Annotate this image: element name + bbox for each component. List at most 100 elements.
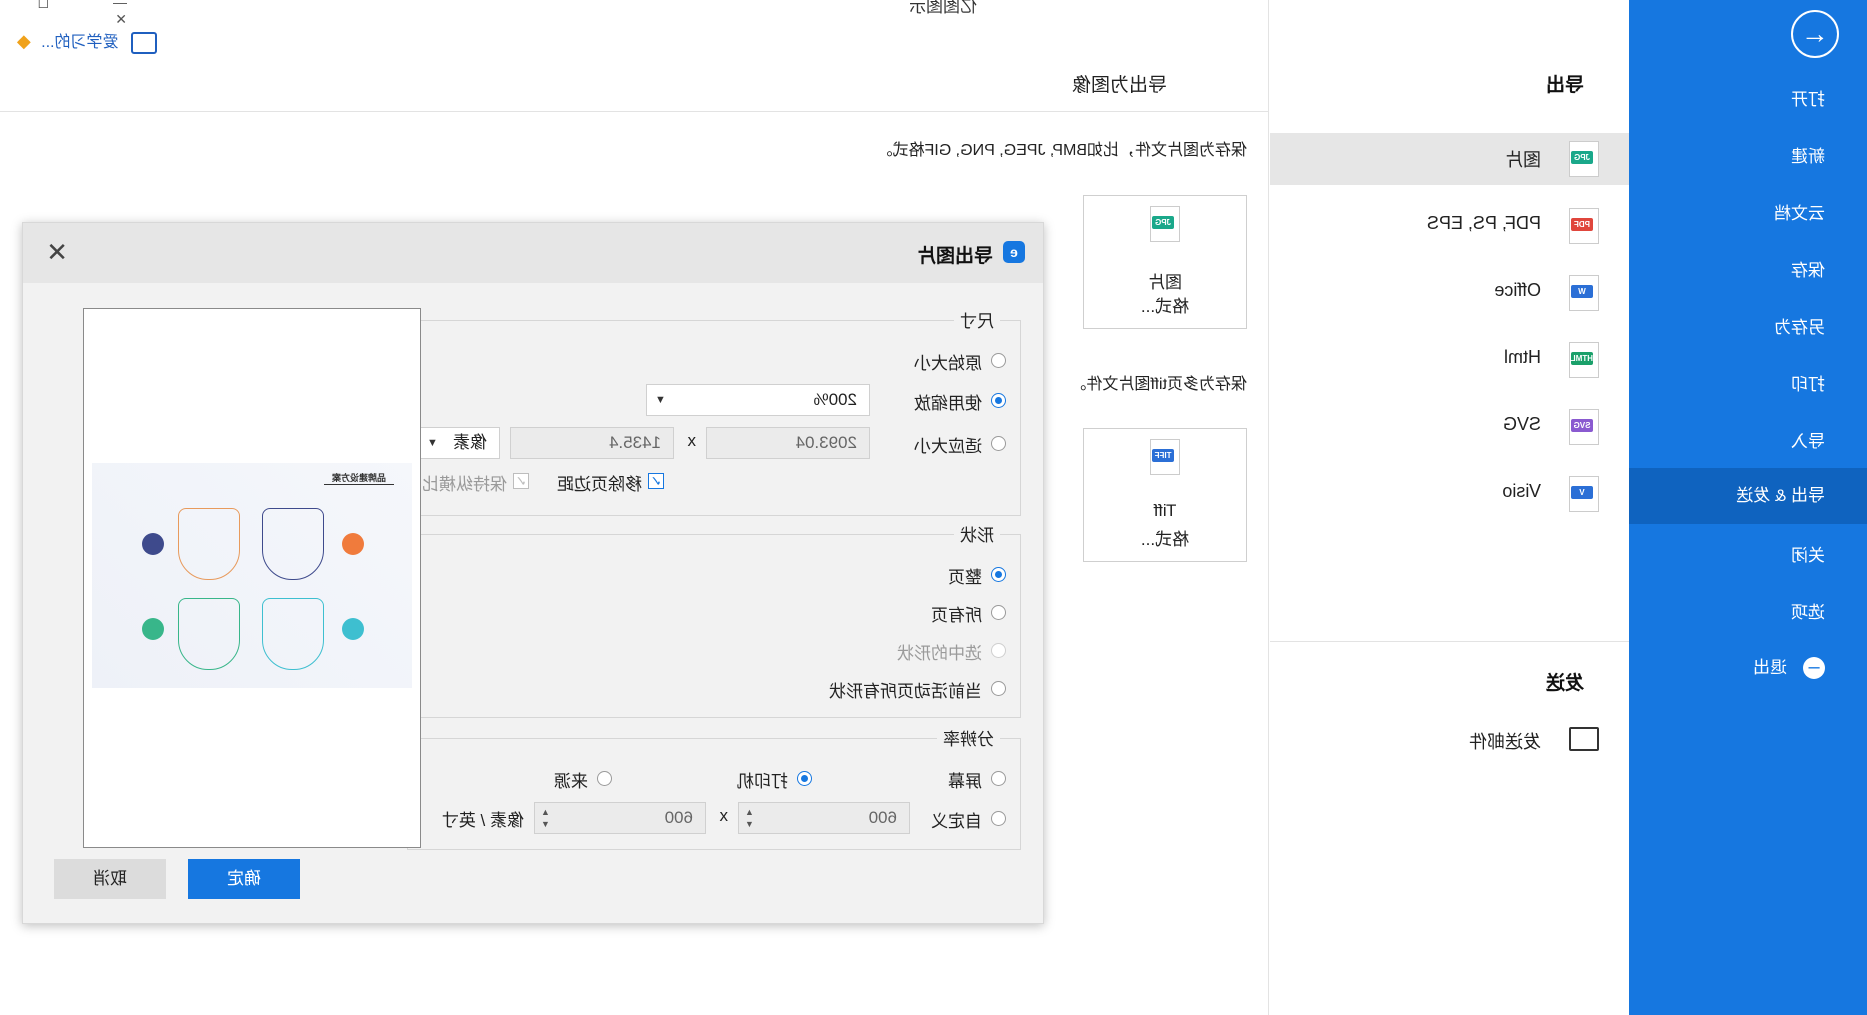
- card-subtitle: 格式...: [1140, 530, 1190, 549]
- radio-label: 当前活动页所有形状: [829, 682, 982, 701]
- dpi-x-input[interactable]: 600 ▲ ▼: [738, 802, 910, 834]
- nav-label: 导出 & 发送: [1736, 486, 1825, 505]
- nav-label: 打印: [1791, 375, 1825, 394]
- nav-item-print[interactable]: 打印: [1629, 357, 1867, 413]
- unit-select[interactable]: 像素 ▼: [418, 427, 500, 459]
- resolution-group: 分辨率 屏幕 打印机 来源 自定义 600 ▲ ▼ x 600 ▲ ▼ 像素 / 英…: [407, 725, 1021, 850]
- fit-size-radio[interactable]: [991, 436, 1006, 451]
- export-item-office[interactable]: W Office: [1270, 267, 1629, 319]
- ok-button[interactable]: 确定: [188, 859, 300, 899]
- export-item-html[interactable]: HTML Html: [1270, 334, 1629, 386]
- send-item-label: 发送邮件: [1469, 732, 1541, 752]
- icon-tag: TIFF: [1152, 449, 1174, 462]
- width-input[interactable]: 2093.04: [706, 427, 870, 459]
- mail-icon: [1569, 727, 1599, 751]
- group-legend: 形状: [954, 521, 1000, 546]
- all-pages-radio[interactable]: [991, 605, 1006, 620]
- feedback-icon[interactable]: [131, 31, 157, 54]
- nav-label: 云文档: [1774, 204, 1825, 223]
- use-zoom-radio[interactable]: [991, 393, 1006, 408]
- nav-item-save[interactable]: 保存: [1629, 243, 1867, 299]
- tiff-format-card[interactable]: TIFF Tiff 格式...: [1083, 428, 1247, 562]
- times-label: x: [719, 806, 729, 825]
- group-legend: 尺寸: [954, 307, 1000, 332]
- nav-item-save-as[interactable]: 另存为: [1629, 300, 1867, 356]
- printer-radio[interactable]: [797, 771, 812, 786]
- chevron-down-icon: ▼: [655, 394, 666, 406]
- preview-shape: [178, 598, 240, 670]
- preview-panel: 品牌建设方案: [83, 308, 421, 848]
- export-item-visio[interactable]: V Visio: [1270, 468, 1629, 520]
- zoom-select[interactable]: 200% ▼: [646, 384, 870, 416]
- group-legend: 分辨率: [937, 725, 1000, 750]
- send-item-email[interactable]: 发送邮件: [1270, 715, 1629, 767]
- original-size-radio[interactable]: [991, 353, 1006, 368]
- radio-label: 适应大小: [914, 437, 982, 456]
- card-title: Tiff: [1153, 501, 1177, 520]
- height-input[interactable]: 1435.4: [510, 427, 674, 459]
- unit-label: 像素 / 英寸: [441, 811, 524, 830]
- screen-radio[interactable]: [991, 771, 1006, 786]
- vip-icon: ◆: [16, 31, 31, 51]
- nav-item-close[interactable]: 关闭: [1629, 528, 1867, 584]
- nav-item-cloud[interactable]: 云文档: [1629, 186, 1867, 242]
- app-logo-icon: e: [1003, 241, 1025, 263]
- keep-ratio-checkbox[interactable]: ✓: [513, 473, 529, 489]
- app-title: 亿图图示: [909, 0, 977, 16]
- export-item-image[interactable]: JPG 图片: [1270, 133, 1629, 185]
- dpi-y-input[interactable]: 600 ▲ ▼: [534, 802, 706, 834]
- preview-dot: [142, 533, 164, 555]
- selected-shapes-radio[interactable]: [991, 643, 1006, 658]
- nav-item-export-send[interactable]: 导出 & 发送: [1629, 468, 1867, 524]
- whole-page-radio[interactable]: [991, 567, 1006, 582]
- nav-item-import[interactable]: 导入: [1629, 414, 1867, 470]
- user-area[interactable]: 爱学习的... ◆: [17, 28, 157, 54]
- nav-label: 另存为: [1774, 318, 1825, 337]
- export-categories: 导出 JPG 图片 PDF PDF, PS, EPS W Office HTML…: [1268, 0, 1629, 1015]
- icon-tag: SVG: [1571, 419, 1593, 432]
- radio-label: 自定义: [931, 812, 982, 831]
- close-icon[interactable]: ✕: [46, 237, 68, 268]
- preview-dot: [342, 618, 364, 640]
- preview-title: 品牌建设方案: [323, 471, 394, 485]
- checkbox-label: 保持纵横比: [422, 475, 507, 494]
- window-controls[interactable]: — ◻ ✕: [0, 0, 127, 28]
- radio-label: 屏幕: [948, 772, 982, 791]
- export-item-label: PDF, PS, EPS: [1426, 213, 1541, 233]
- card-subtitle: 格式...: [1140, 297, 1190, 316]
- image-format-card[interactable]: JPG 图片 格式...: [1083, 195, 1247, 329]
- select-value: 像素: [453, 433, 487, 452]
- jpg-file-icon: JPG: [1150, 206, 1180, 242]
- export-item-svg[interactable]: SVG SVG: [1270, 401, 1629, 453]
- nav-label: 关闭: [1791, 546, 1825, 565]
- file-menu-nav: ← 打开 新建 云文档 保存 另存为 打印 导入 导出 & 发送 关闭 选项 –…: [1629, 0, 1867, 1015]
- spinner-icon[interactable]: ▲ ▼: [541, 806, 550, 830]
- cancel-button[interactable]: 取消: [54, 859, 166, 899]
- spinner-icon[interactable]: ▲ ▼: [745, 806, 754, 830]
- nav-label: 选项: [1791, 603, 1825, 622]
- card-title: 图片: [1148, 273, 1182, 292]
- nav-label: 导入: [1791, 432, 1825, 451]
- export-item-label: Office: [1494, 280, 1541, 300]
- nav-label: 退出: [1753, 658, 1787, 677]
- nav-item-options[interactable]: 选项: [1629, 585, 1867, 641]
- custom-radio[interactable]: [991, 811, 1006, 826]
- remove-margin-checkbox[interactable]: ✓: [648, 473, 664, 489]
- icon-tag: PDF: [1571, 218, 1593, 231]
- export-item-label: SVG: [1502, 414, 1541, 434]
- radio-label: 来源: [554, 772, 588, 791]
- icon-tag: HTML: [1570, 352, 1593, 365]
- export-item-label: Visio: [1502, 481, 1541, 501]
- active-page-shapes-radio[interactable]: [991, 681, 1006, 696]
- preview-shape: [262, 508, 324, 580]
- shape-group: 形状 整页 所有页 选中的形状 当前活动页所有形状: [407, 521, 1021, 718]
- preview-shape: [262, 598, 324, 670]
- back-arrow-icon[interactable]: ←: [1791, 10, 1839, 58]
- chevron-down-icon: ▼: [427, 437, 438, 449]
- nav-item-open[interactable]: 打开: [1629, 72, 1867, 128]
- export-item-pdf[interactable]: PDF PDF, PS, EPS: [1270, 200, 1629, 252]
- user-name[interactable]: 爱学习的...: [41, 34, 118, 51]
- nav-item-exit[interactable]: – 退出: [1629, 640, 1867, 696]
- nav-item-new[interactable]: 新建: [1629, 129, 1867, 185]
- source-radio[interactable]: [597, 771, 612, 786]
